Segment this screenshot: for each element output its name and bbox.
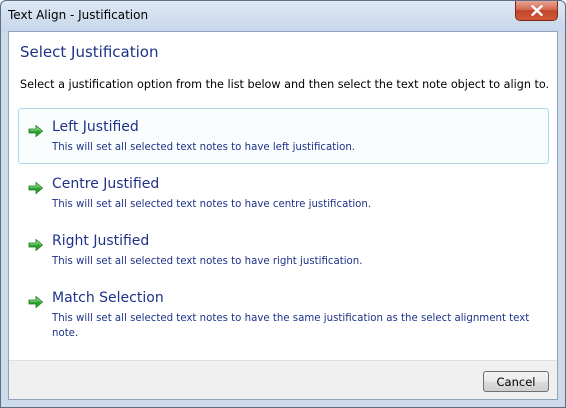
main-instruction-heading: Select Justification xyxy=(20,43,159,61)
dialog-content: Select Justification Select a justificat… xyxy=(8,31,558,400)
green-arrow-right-icon xyxy=(28,295,44,309)
option-centre-justified[interactable]: Centre Justified This will set all selec… xyxy=(18,165,549,221)
option-left-justified[interactable]: Left Justified This will set all selecte… xyxy=(18,108,549,164)
title-bar[interactable]: Text Align - Justification xyxy=(1,1,565,31)
option-description: This will set all selected text notes to… xyxy=(52,313,530,339)
option-title: Centre Justified xyxy=(52,176,160,192)
close-icon xyxy=(530,5,543,16)
instruction-text: Select a justification option from the l… xyxy=(20,78,550,91)
option-right-justified[interactable]: Right Justified This will set all select… xyxy=(18,222,549,278)
close-button[interactable] xyxy=(515,1,558,21)
option-title: Right Justified xyxy=(52,233,150,249)
option-description: This will set all selected text notes to… xyxy=(52,199,372,210)
option-description: This will set all selected text notes to… xyxy=(52,142,356,153)
option-description: This will set all selected text notes to… xyxy=(52,256,363,267)
window-title: Text Align - Justification xyxy=(8,8,149,22)
green-arrow-right-icon xyxy=(28,181,44,195)
green-arrow-right-icon xyxy=(28,238,44,252)
dialog-footer: Cancel xyxy=(9,360,557,399)
option-title: Match Selection xyxy=(52,290,164,306)
cancel-button[interactable]: Cancel xyxy=(483,371,549,392)
option-title: Left Justified xyxy=(52,119,139,135)
green-arrow-right-icon xyxy=(28,124,44,138)
dialog-window: Text Align - Justification Select Justif… xyxy=(0,0,566,408)
option-match-selection[interactable]: Match Selection This will set all select… xyxy=(18,279,549,349)
